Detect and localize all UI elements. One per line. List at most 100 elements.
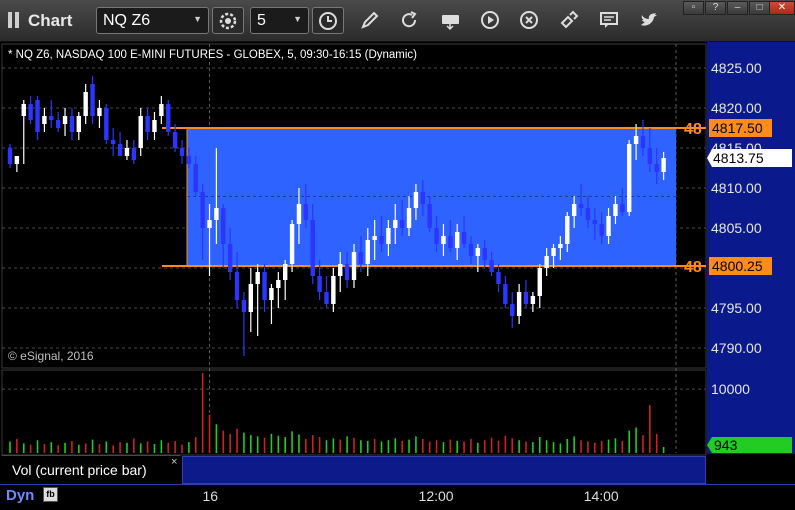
candle-body — [654, 164, 659, 172]
candle-body — [393, 220, 398, 228]
candle-body — [468, 244, 474, 256]
price-tick-label: 4805.00 — [711, 220, 762, 236]
close-button[interactable]: ✕ — [769, 1, 795, 15]
candle-body — [461, 232, 467, 244]
refresh-icon[interactable] — [398, 9, 420, 31]
candle-body — [565, 216, 570, 244]
range-price-tag: 4800.25 — [712, 258, 763, 274]
restore-button[interactable]: ▫ — [683, 1, 704, 15]
candle-body — [255, 272, 260, 284]
candle-body — [42, 116, 47, 124]
candle-body — [640, 136, 646, 148]
candle-body — [145, 116, 150, 132]
candle-body — [627, 144, 632, 212]
play-icon[interactable] — [479, 9, 501, 31]
candle-body — [551, 248, 556, 256]
candle-body — [351, 252, 357, 280]
candle-body — [124, 148, 130, 156]
interval-dropdown-icon[interactable]: ▼ — [293, 14, 302, 24]
candle-body — [248, 284, 253, 312]
candle-body — [530, 296, 536, 304]
pencil-icon[interactable] — [359, 9, 381, 31]
maximize-button[interactable]: □ — [749, 1, 770, 15]
copyright-text: © eSignal, 2016 — [8, 349, 94, 363]
candle-body — [661, 158, 666, 172]
candle-body — [620, 204, 625, 212]
candle-body — [399, 220, 405, 228]
twitter-icon[interactable] — [638, 9, 660, 31]
candle[interactable] — [166, 100, 171, 136]
candle-body — [303, 204, 309, 220]
candle-body — [386, 228, 391, 244]
candle-body — [131, 148, 137, 160]
symbol-dropdown-icon[interactable]: ▼ — [193, 14, 202, 24]
candle-body — [338, 264, 343, 276]
candle-body — [28, 104, 33, 120]
candle-body — [324, 292, 329, 304]
interval-input[interactable]: 5 ▼ — [250, 7, 309, 34]
candle-body — [166, 104, 171, 132]
candle-body — [172, 132, 178, 148]
candle-body — [317, 276, 322, 292]
candle-body — [179, 148, 185, 156]
candle-body — [372, 236, 377, 240]
candle-body — [365, 240, 370, 264]
time-tick-label: 16 — [202, 488, 219, 504]
candle-body — [633, 136, 639, 144]
currency-icon[interactable] — [518, 9, 540, 31]
minimize-button[interactable]: – — [727, 1, 748, 15]
candle-body — [475, 248, 481, 256]
candle-body — [331, 276, 336, 304]
volume-study-label: Vol (current price bar) — [2, 455, 180, 484]
price-chart[interactable]: 4825.004820.004815.004810.004805.004800.… — [0, 42, 795, 484]
chart-window-icon — [8, 12, 22, 28]
clock-icon — [319, 12, 337, 30]
help-button[interactable]: ? — [705, 1, 726, 15]
candle-body — [214, 208, 219, 220]
link-icon[interactable] — [558, 9, 580, 31]
candle-body — [97, 108, 102, 116]
candle-body — [496, 272, 501, 284]
candle-body — [413, 192, 419, 208]
window-title: Chart — [28, 11, 73, 30]
candle-body — [7, 148, 13, 164]
close-study-icon[interactable]: × — [171, 456, 177, 468]
candle-body — [448, 236, 453, 248]
time-axis — [0, 484, 795, 510]
candle-body — [193, 164, 198, 192]
candle-body — [434, 228, 439, 244]
candle-body — [117, 144, 123, 156]
range-tag: 48 — [684, 259, 702, 276]
candle-body — [159, 104, 164, 116]
candle[interactable] — [104, 104, 109, 144]
candle-body — [200, 192, 205, 228]
candle-body — [14, 156, 20, 164]
candle-body — [283, 264, 288, 280]
get-data-icon[interactable] — [440, 9, 462, 31]
candle-body — [606, 216, 611, 236]
candle-body — [592, 220, 597, 224]
candle-body — [420, 192, 425, 204]
time-tick-label: 12:00 — [418, 488, 454, 504]
candle[interactable] — [627, 140, 632, 216]
chart-header: * NQ Z6, NASDAQ 100 E-MINI FUTURES - GLO… — [8, 49, 418, 61]
dynamic-toggle-icon[interactable]: fb — [43, 487, 58, 502]
candle-body — [489, 260, 494, 272]
candle-body — [69, 116, 75, 132]
candle-body — [647, 148, 653, 164]
candle-body — [585, 208, 591, 220]
dynamic-label[interactable]: Dyn — [6, 487, 34, 504]
candle-body — [516, 292, 522, 316]
candle-body — [571, 204, 577, 216]
symbol-value: NQ Z6 — [103, 12, 151, 29]
candle-body — [558, 244, 563, 248]
candle-body — [379, 236, 384, 244]
symbol-input[interactable]: NQ Z6 ▼ — [96, 7, 209, 34]
interval-value: 5 — [257, 12, 266, 29]
interval-settings-button[interactable] — [312, 7, 344, 34]
symbol-settings-button[interactable] — [212, 7, 244, 34]
comment-icon[interactable] — [598, 9, 620, 31]
candle-body — [544, 256, 549, 268]
price-tick-label: 4795.00 — [711, 300, 762, 316]
candle-body — [269, 288, 274, 300]
